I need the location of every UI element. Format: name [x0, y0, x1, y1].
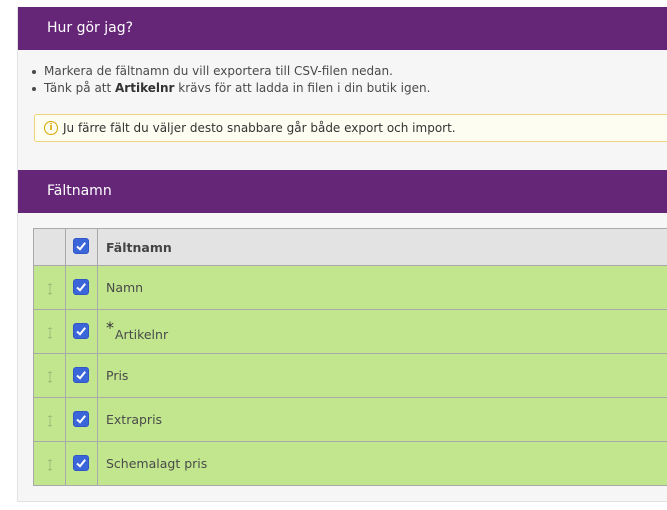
checkbox-cell	[66, 310, 98, 353]
drag-handle-icon[interactable]	[46, 457, 54, 471]
drag-handle-icon[interactable]	[46, 413, 54, 427]
field-name-required: * Artikelnr	[98, 310, 667, 353]
instruction-text: Tänk på att	[44, 81, 116, 95]
drag-handle-icon[interactable]	[46, 325, 54, 339]
checkbox-cell	[66, 398, 98, 441]
table-row: Namn	[34, 266, 667, 310]
fields-title: Fältnamn	[47, 183, 112, 199]
select-all-checkbox[interactable]	[73, 238, 89, 254]
instruction-item: Tänk på att Artikelnr krävs för att ladd…	[30, 80, 430, 97]
notice-box: i Ju färre fält du väljer desto snabbare…	[34, 114, 667, 142]
table-row: Pris	[34, 354, 667, 398]
handle-column-header	[34, 229, 66, 265]
handle-cell	[34, 442, 66, 485]
info-icon: i	[44, 121, 58, 135]
export-panel: Hur gör jag? Markera de fältnamn du vill…	[17, 7, 667, 502]
instructions-list: Markera de fältnamn du vill exportera ti…	[30, 63, 430, 97]
handle-cell	[34, 310, 66, 353]
checkbox-cell	[66, 266, 98, 309]
required-mark: *	[106, 318, 114, 337]
howto-title: Hur gör jag?	[47, 20, 134, 36]
table-row: Schemalagt pris	[34, 442, 667, 486]
field-checkbox[interactable]	[73, 279, 89, 295]
fields-table: Fältnamn Namn *Artikelnr Pris Extrapris	[33, 228, 667, 486]
field-checkbox[interactable]	[73, 455, 89, 471]
drag-handle-icon[interactable]	[46, 281, 54, 295]
select-all-cell	[66, 229, 98, 265]
table-row: * Artikelnr	[34, 310, 667, 354]
handle-cell	[34, 266, 66, 309]
howto-header: Hur gör jag?	[18, 7, 667, 50]
drag-handle-icon[interactable]	[46, 369, 54, 383]
checkbox-cell	[66, 442, 98, 485]
table-header-row: Fältnamn	[34, 229, 667, 266]
field-checkbox[interactable]	[73, 411, 89, 427]
field-checkbox[interactable]	[73, 367, 89, 383]
fields-header: Fältnamn	[18, 170, 667, 213]
field-name: Schemalagt pris	[106, 456, 208, 471]
checkbox-cell	[66, 354, 98, 397]
field-name: Pris	[106, 368, 129, 383]
instruction-text: Markera de fältnamn du vill exportera ti…	[44, 64, 393, 78]
table-row: Extrapris	[34, 398, 667, 442]
field-name: Namn	[106, 280, 144, 295]
instruction-item: Markera de fältnamn du vill exportera ti…	[30, 63, 430, 80]
field-name-header: Fältnamn	[106, 239, 172, 255]
handle-cell	[34, 354, 66, 397]
notice-text: Ju färre fält du väljer desto snabbare g…	[63, 121, 456, 135]
field-name: Extrapris	[106, 412, 163, 427]
field-name: Artikelnr	[115, 327, 169, 342]
instruction-text: krävs för att ladda in filen i din butik…	[174, 81, 431, 95]
handle-cell	[34, 398, 66, 441]
field-checkbox[interactable]	[73, 323, 89, 339]
instruction-bold-text: Artikelnr	[115, 81, 175, 95]
